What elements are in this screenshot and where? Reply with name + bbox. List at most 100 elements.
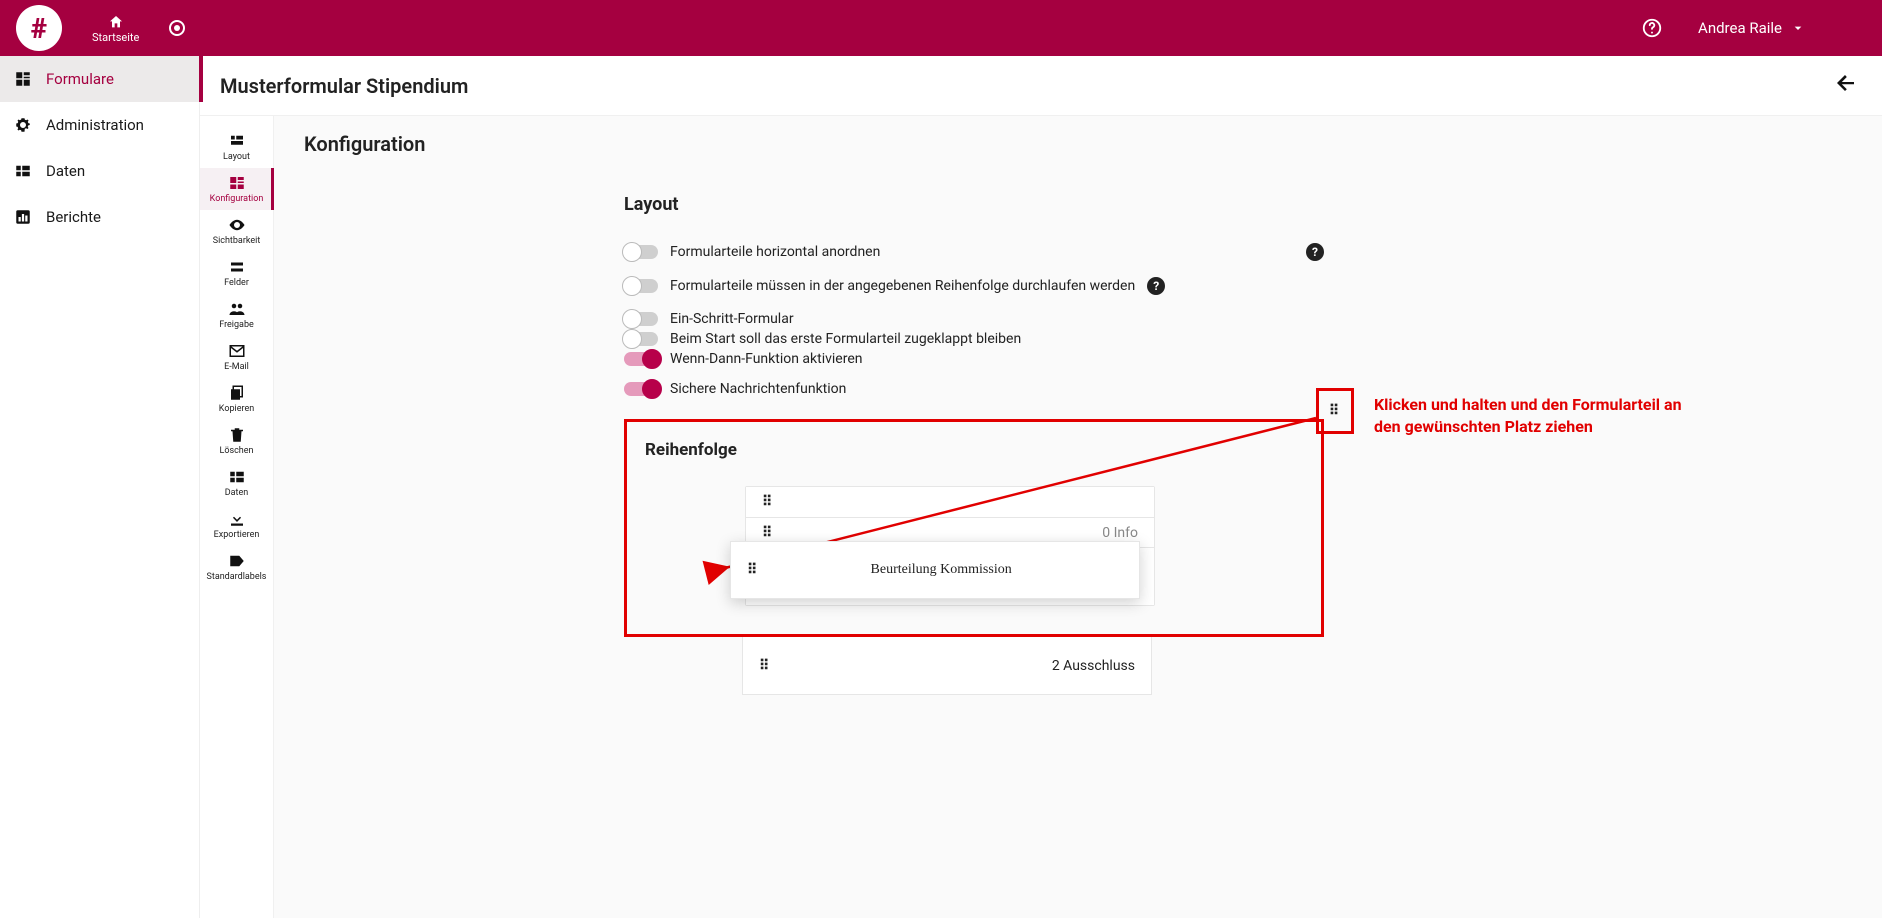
share-icon bbox=[228, 300, 246, 318]
data-icon bbox=[14, 162, 32, 180]
tool-label: Exportieren bbox=[214, 530, 260, 540]
toggle-label: Ein-Schritt-Formular bbox=[670, 311, 794, 327]
chevron-down-icon bbox=[1790, 20, 1806, 36]
tool-label: Freigabe bbox=[219, 320, 254, 330]
forms-icon bbox=[14, 70, 32, 88]
toggle-label: Formularteile horizontal anordnen bbox=[670, 244, 880, 260]
drag-handle-icon[interactable]: ⠿ bbox=[747, 567, 759, 573]
order-item-label: Beurteilung Kommission bbox=[759, 562, 1123, 578]
nav-home-label: Startseite bbox=[92, 32, 139, 43]
layout-heading: Layout bbox=[624, 194, 1324, 215]
content-pane: Konfiguration Layout Formularteile horiz… bbox=[274, 116, 1882, 918]
trash-icon bbox=[228, 426, 246, 444]
tool-label: Sichtbarkeit bbox=[213, 236, 261, 246]
help-button[interactable] bbox=[1638, 14, 1666, 42]
callout-highlight-box: ⠿ bbox=[1316, 388, 1354, 434]
order-item-label: 2 Ausschluss bbox=[1052, 658, 1135, 674]
copy-icon bbox=[228, 384, 246, 402]
sidebar-label: Berichte bbox=[46, 208, 101, 226]
callout-line2: den gewünschten Platz ziehen bbox=[1374, 417, 1593, 436]
toggle-horizontal[interactable] bbox=[624, 245, 658, 259]
toggle-row-zugeklappt: Beim Start soll das erste Formularteil z… bbox=[624, 331, 1324, 347]
tool-label: Kopieren bbox=[219, 404, 254, 414]
order-item[interactable]: ⠿ bbox=[746, 487, 1154, 517]
toggle-label: Beim Start soll das erste Formularteil z… bbox=[670, 331, 1021, 347]
primary-sidebar: Formulare Administration Daten Berichte bbox=[0, 56, 200, 918]
tool-label: Konfiguration bbox=[210, 194, 264, 204]
order-list: ⠿ ⠿ 0 Info ⠿ 1 PersDat bbox=[745, 486, 1155, 606]
reihenfolge-heading: Reihenfolge bbox=[645, 440, 1303, 460]
sidebar-item-administration[interactable]: Administration bbox=[0, 102, 199, 148]
breadcrumb-step-dot[interactable] bbox=[169, 20, 185, 36]
toggle-nachrichten[interactable] bbox=[624, 382, 658, 396]
order-item[interactable]: ⠿ 2 Ausschluss bbox=[742, 637, 1152, 695]
help-circle-icon bbox=[1641, 17, 1663, 39]
tool-loeschen[interactable]: Löschen bbox=[200, 420, 274, 462]
drag-handle-icon[interactable]: ⠿ bbox=[759, 663, 771, 669]
drag-handle-icon[interactable]: ⠿ bbox=[762, 499, 774, 505]
sidebar-item-berichte[interactable]: Berichte bbox=[0, 194, 199, 240]
back-button[interactable] bbox=[1834, 71, 1858, 101]
download-icon bbox=[228, 510, 246, 528]
toggle-label: Sichere Nachrichtenfunktion bbox=[670, 381, 846, 397]
tool-label: Layout bbox=[223, 152, 250, 162]
tool-daten[interactable]: Daten bbox=[200, 462, 274, 504]
toggle-row-reihenfolge: Formularteile müssen in der angegebenen … bbox=[624, 277, 1324, 295]
drag-handle-icon[interactable]: ⠿ bbox=[762, 530, 774, 536]
fields-icon bbox=[228, 258, 246, 276]
top-bar: # Startseite Andrea Raile bbox=[0, 0, 1882, 56]
order-item-dragging[interactable]: ⠿ Beurteilung Kommission bbox=[730, 541, 1140, 599]
order-item-label: 0 Info bbox=[1102, 525, 1138, 541]
mail-icon bbox=[228, 342, 246, 360]
apps-button[interactable] bbox=[1838, 14, 1866, 42]
toggle-row-einschritt: Ein-Schritt-Formular bbox=[624, 311, 1324, 327]
callout-text: Klicken und halten und den Formularteil … bbox=[1374, 394, 1774, 437]
toggle-wenndann[interactable] bbox=[624, 352, 658, 366]
section-title: Konfiguration bbox=[304, 132, 1842, 156]
toggle-row-horizontal: Formularteile horizontal anordnen ? bbox=[624, 243, 1324, 261]
toggle-row-nachrichten: Sichere Nachrichtenfunktion bbox=[624, 381, 1324, 397]
user-name: Andrea Raile bbox=[1698, 19, 1782, 37]
sidebar-label: Formulare bbox=[46, 70, 114, 88]
tool-label: Standardlabels bbox=[207, 572, 267, 582]
toggle-einschritt[interactable] bbox=[624, 312, 658, 326]
home-icon bbox=[108, 14, 124, 30]
tool-rail: Layout Konfiguration Sichtbarkeit Felder… bbox=[200, 116, 274, 918]
reihenfolge-section: Reihenfolge ⠿ ⠿ 0 Info ⠿ 1 Pers bbox=[624, 419, 1324, 637]
konfiguration-icon bbox=[228, 174, 246, 192]
sidebar-item-daten[interactable]: Daten bbox=[0, 148, 199, 194]
tool-standardlabels[interactable]: Standardlabels bbox=[200, 546, 274, 588]
user-menu[interactable]: Andrea Raile bbox=[1690, 15, 1814, 41]
gear-icon bbox=[14, 116, 32, 134]
tool-label: Daten bbox=[225, 488, 249, 498]
apps-grid-icon bbox=[1840, 16, 1864, 40]
tool-label: E-Mail bbox=[224, 362, 249, 372]
tag-icon bbox=[228, 552, 246, 570]
tool-exportieren[interactable]: Exportieren bbox=[200, 504, 274, 546]
page-title: Musterformular Stipendium bbox=[220, 74, 468, 98]
eye-icon bbox=[228, 216, 246, 234]
tool-email[interactable]: E-Mail bbox=[200, 336, 274, 378]
help-icon[interactable]: ? bbox=[1306, 243, 1324, 261]
page-header: Musterformular Stipendium bbox=[200, 56, 1882, 116]
help-icon[interactable]: ? bbox=[1147, 277, 1165, 295]
tool-freigabe[interactable]: Freigabe bbox=[200, 294, 274, 336]
nav-home[interactable]: Startseite bbox=[86, 10, 145, 47]
tool-sichtbarkeit[interactable]: Sichtbarkeit bbox=[200, 210, 274, 252]
tool-kopieren[interactable]: Kopieren bbox=[200, 378, 274, 420]
tool-konfiguration[interactable]: Konfiguration bbox=[200, 168, 274, 210]
layout-icon bbox=[228, 132, 246, 150]
data2-icon bbox=[228, 468, 246, 486]
tool-layout[interactable]: Layout bbox=[200, 126, 274, 168]
callout-line1: Klicken und halten und den Formularteil … bbox=[1374, 395, 1682, 414]
toggle-zugeklappt[interactable] bbox=[624, 332, 658, 346]
sidebar-label: Administration bbox=[46, 116, 144, 134]
tool-felder[interactable]: Felder bbox=[200, 252, 274, 294]
sidebar-item-formulare[interactable]: Formulare bbox=[0, 56, 199, 102]
tool-label: Löschen bbox=[219, 446, 253, 456]
toggle-row-wenndann: Wenn-Dann-Funktion aktivieren bbox=[624, 351, 1324, 367]
toggle-reihenfolge[interactable] bbox=[624, 279, 658, 293]
arrow-left-icon bbox=[1834, 71, 1858, 95]
toggle-label: Formularteile müssen in der angegebenen … bbox=[670, 278, 1135, 294]
chart-icon bbox=[14, 208, 32, 226]
